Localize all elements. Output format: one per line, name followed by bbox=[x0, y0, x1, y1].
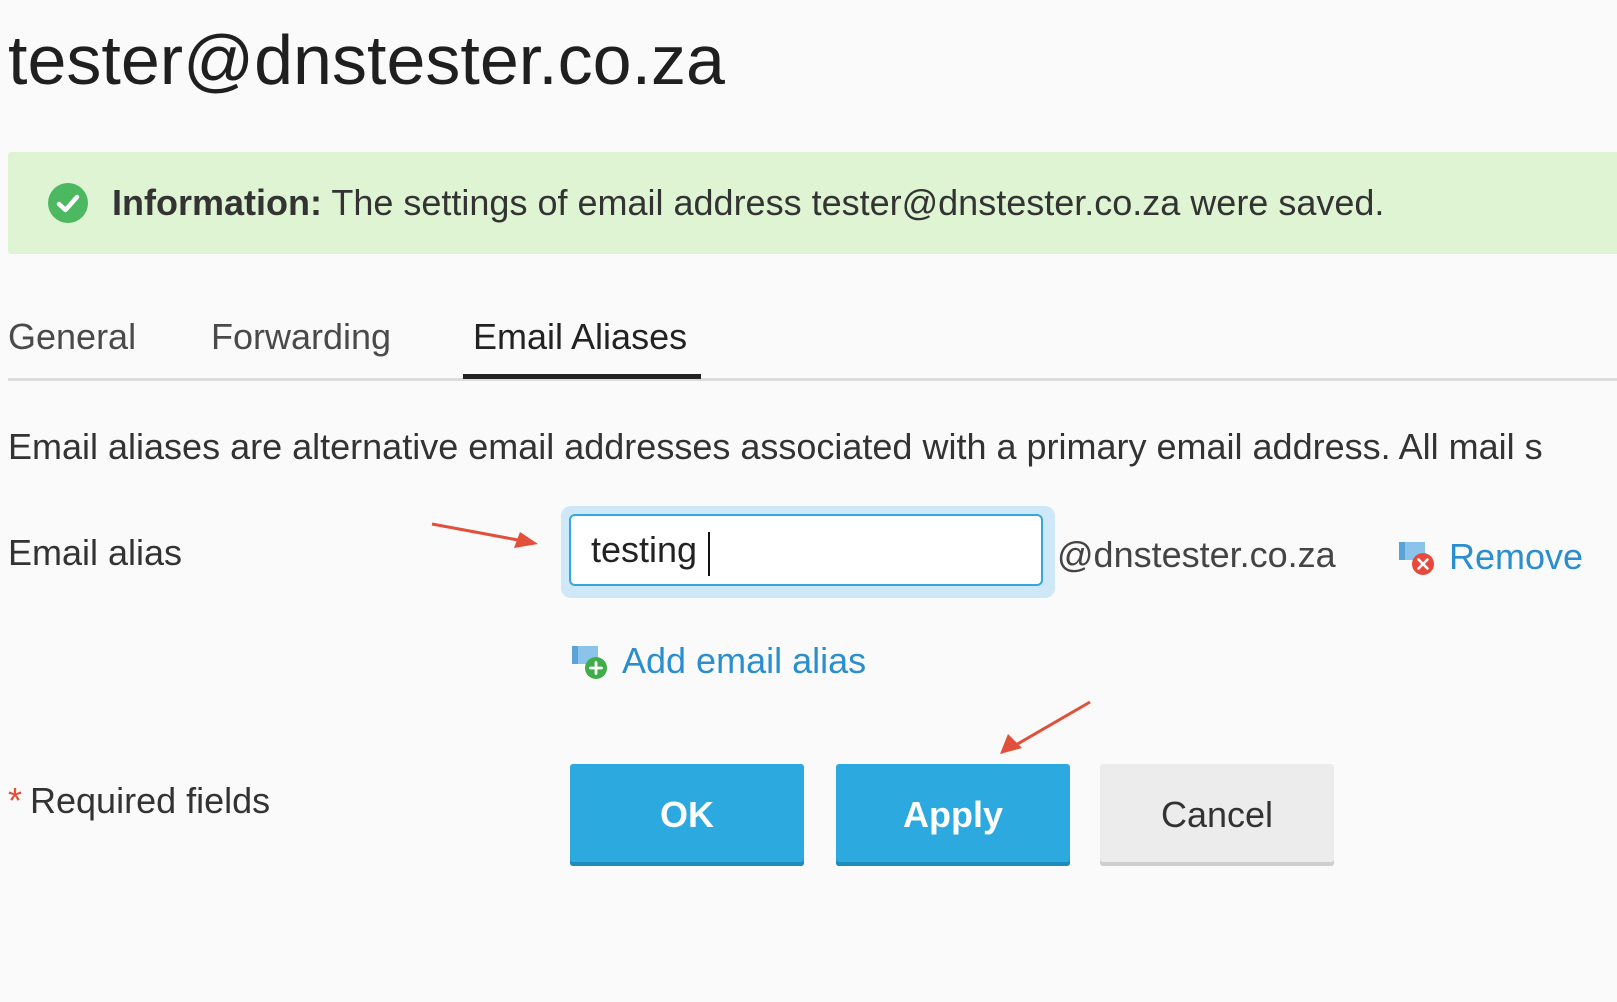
apply-button[interactable]: Apply bbox=[836, 764, 1070, 866]
annotation-arrow-to-input bbox=[431, 522, 538, 548]
aliases-description: Email aliases are alternative email addr… bbox=[8, 426, 1543, 467]
email-alias-label: Email alias bbox=[8, 532, 183, 573]
check-circle-icon bbox=[48, 183, 88, 223]
info-message-text: Information: The settings of email addre… bbox=[112, 180, 1384, 226]
domain-suffix: @dnstester.co.za bbox=[1057, 534, 1336, 575]
tab-email-aliases[interactable]: Email Aliases bbox=[473, 314, 687, 360]
required-fields-note: * Required fields bbox=[8, 778, 270, 824]
info-message: Information: The settings of email addre… bbox=[8, 152, 1617, 254]
required-fields-text: Required fields bbox=[30, 780, 271, 821]
add-email-alias-label: Add email alias bbox=[622, 640, 867, 681]
email-alias-input[interactable] bbox=[569, 514, 1043, 586]
tab-bar: General Forwarding Email Aliases bbox=[8, 300, 1617, 381]
remove-alias-label: Remove bbox=[1449, 536, 1584, 577]
ok-button[interactable]: OK bbox=[570, 764, 804, 866]
info-message-label: Information: bbox=[112, 182, 322, 223]
required-star: * bbox=[8, 780, 23, 821]
annotation-arrow-to-apply bbox=[1000, 700, 1091, 754]
remove-alias-icon bbox=[1397, 538, 1439, 578]
add-alias-icon bbox=[570, 642, 612, 682]
page: tester@dnstester.co.za Information: The … bbox=[0, 0, 1617, 1002]
text-caret bbox=[708, 532, 710, 576]
tab-forwarding[interactable]: Forwarding bbox=[211, 314, 391, 360]
info-message-body: The settings of email address tester@dns… bbox=[331, 182, 1385, 223]
page-title: tester@dnstester.co.za bbox=[8, 21, 725, 99]
active-tab-indicator bbox=[463, 374, 701, 379]
tab-general[interactable]: General bbox=[8, 314, 136, 360]
cancel-button[interactable]: Cancel bbox=[1100, 764, 1334, 866]
email-alias-input-focus-ring bbox=[561, 506, 1055, 598]
